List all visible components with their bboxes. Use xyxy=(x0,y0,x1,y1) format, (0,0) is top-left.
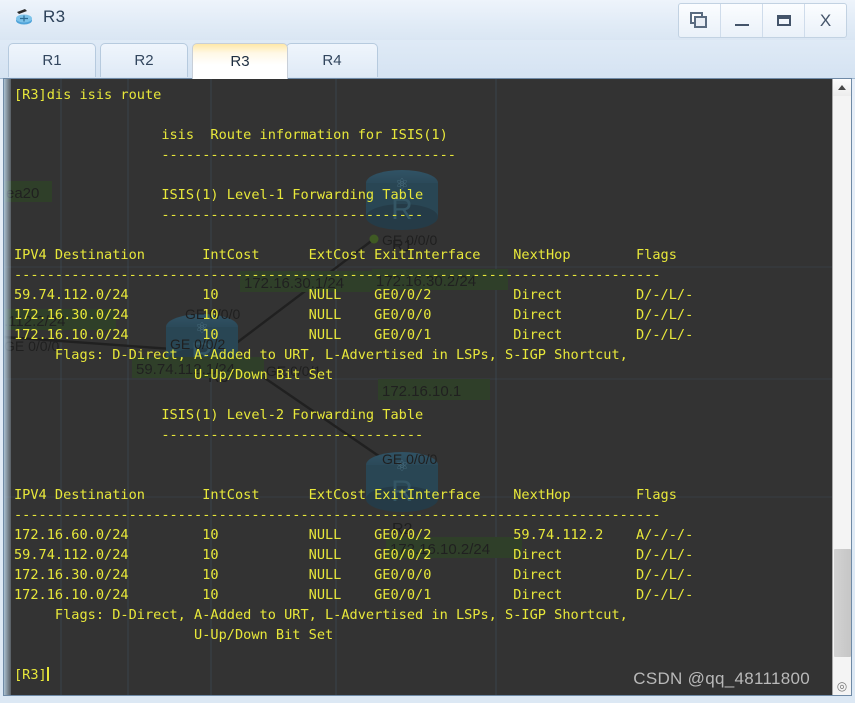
terminal-line: U-Up/Down Bit Set xyxy=(14,365,333,385)
tab-r4[interactable]: R4 xyxy=(286,43,378,77)
terminal-line: Flags: D-Direct, A-Added to URT, L-Adver… xyxy=(14,605,628,625)
terminal-line: 172.16.30.0/24 10 NULL GE0/0/0 Direct D/… xyxy=(14,565,693,585)
terminal-line: U-Up/Down Bit Set xyxy=(14,625,333,645)
window-title: R3 xyxy=(43,7,66,27)
maximize-icon xyxy=(777,15,791,26)
tab-r1[interactable]: R1 xyxy=(8,43,96,77)
router-icon xyxy=(14,6,36,28)
terminal-line: ISIS(1) Level-2 Forwarding Table xyxy=(14,405,423,425)
terminal-line: 172.16.60.0/24 10 NULL GE0/0/2 59.74.112… xyxy=(14,525,693,545)
restore-icon xyxy=(690,12,709,29)
tab-label: R2 xyxy=(134,52,153,69)
terminal-line: IPV4 Destination IntCost ExtCost ExitInt… xyxy=(14,245,677,265)
tab-label: R1 xyxy=(42,52,61,69)
title-bar-left: R3 xyxy=(14,6,66,28)
maximize-button[interactable] xyxy=(763,4,805,37)
vertical-scrollbar[interactable]: ◎ xyxy=(832,79,851,695)
close-button[interactable]: X xyxy=(805,4,846,37)
tab-label: R4 xyxy=(322,52,341,69)
terminal-line: -------------------------------- xyxy=(14,205,423,225)
terminal-line: 172.16.30.0/24 10 NULL GE0/0/0 Direct D/… xyxy=(14,305,693,325)
terminal-line: 172.16.10.0/24 10 NULL GE0/0/1 Direct D/… xyxy=(14,325,693,345)
close-icon: X xyxy=(820,12,831,29)
text-cursor xyxy=(47,667,49,681)
terminal-line: 172.16.10.0/24 10 NULL GE0/0/1 Direct D/… xyxy=(14,585,693,605)
terminal-emulator-window: R3 X R1 R2 R3 R4 xyxy=(0,0,855,703)
terminal-output-area[interactable]: R ⚛ R ⚛ xyxy=(4,79,832,695)
minimize-button[interactable] xyxy=(721,4,763,37)
terminal-line: ------------------------------------ xyxy=(14,145,456,165)
terminal-line: ----------------------------------------… xyxy=(14,505,661,525)
restore-button[interactable] xyxy=(679,4,721,37)
tab-r2[interactable]: R2 xyxy=(100,43,188,77)
terminal-line: IPV4 Destination IntCost ExtCost ExitInt… xyxy=(14,485,677,505)
terminal-line: 59.74.112.0/24 10 NULL GE0/0/2 Direct D/… xyxy=(14,545,693,565)
terminal-frame: R ⚛ R ⚛ xyxy=(3,78,852,696)
terminal-prompt-line: [R3] xyxy=(14,665,49,685)
terminal-line: isis Route information for ISIS(1) xyxy=(14,125,448,145)
terminal-line: [R3]dis isis route xyxy=(14,85,161,105)
terminal-line: ----------------------------------------… xyxy=(14,265,661,285)
tab-r3[interactable]: R3 xyxy=(192,43,288,79)
tab-label: R3 xyxy=(230,53,249,70)
terminal-line: 59.74.112.0/24 10 NULL GE0/0/2 Direct D/… xyxy=(14,285,693,305)
tab-strip: R1 R2 R3 R4 xyxy=(0,40,855,79)
window-controls: X xyxy=(678,3,847,38)
title-bar: R3 X xyxy=(0,0,855,41)
resize-grip-icon: ◎ xyxy=(833,677,851,695)
terminal-line: Flags: D-Direct, A-Added to URT, L-Adver… xyxy=(14,345,628,365)
terminal-line: ISIS(1) Level-1 Forwarding Table xyxy=(14,185,423,205)
prompt-text: [R3] xyxy=(14,667,47,683)
minimize-icon xyxy=(735,24,749,26)
scrollbar-thumb[interactable] xyxy=(834,549,851,657)
scroll-up-button[interactable] xyxy=(833,79,851,96)
terminal-text: [R3]dis isis route isis Route informatio… xyxy=(4,79,832,695)
terminal-line: -------------------------------- xyxy=(14,425,423,445)
